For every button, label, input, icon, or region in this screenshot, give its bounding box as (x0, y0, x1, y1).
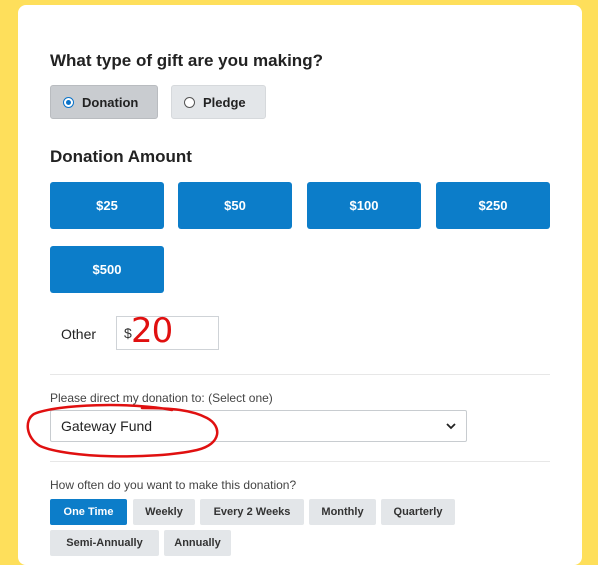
pledge-option-button[interactable]: Pledge (171, 85, 266, 119)
other-amount-label: Other (61, 326, 97, 342)
amount-25-button[interactable]: $25 (50, 182, 164, 229)
frequency-label: How often do you want to make this donat… (50, 478, 297, 492)
annotation-circle (26, 403, 219, 458)
radio-unselected-icon (184, 96, 195, 108)
divider (50, 374, 550, 375)
amount-500-button[interactable]: $500 (50, 246, 164, 293)
amount-100-button[interactable]: $100 (307, 182, 421, 229)
donation-option-label: Donation (82, 94, 139, 110)
frequency-monthly-button[interactable]: Monthly (309, 499, 376, 525)
amount-50-button[interactable]: $50 (178, 182, 292, 229)
frequency-quarterly-button[interactable]: Quarterly (381, 499, 455, 525)
chevron-down-icon (446, 423, 456, 430)
other-amount-value: 20 (131, 311, 173, 351)
frequency-annually-button[interactable]: Annually (164, 530, 231, 556)
donation-amount-heading: Donation Amount (50, 147, 192, 166)
divider (50, 461, 550, 462)
other-amount-input[interactable]: $ 20 (116, 311, 219, 351)
frequency-every-2-weeks-button[interactable]: Every 2 Weeks (200, 499, 304, 525)
radio-selected-icon (63, 96, 74, 108)
pledge-option-label: Pledge (203, 94, 246, 110)
gift-type-heading: What type of gift are you making? (50, 51, 323, 70)
amount-250-button[interactable]: $250 (436, 182, 550, 229)
frequency-one-time-button[interactable]: One Time (50, 499, 127, 525)
donation-option-button[interactable]: Donation (50, 85, 158, 119)
frequency-semi-annually-button[interactable]: Semi-Annually (50, 530, 159, 556)
frequency-weekly-button[interactable]: Weekly (133, 499, 195, 525)
